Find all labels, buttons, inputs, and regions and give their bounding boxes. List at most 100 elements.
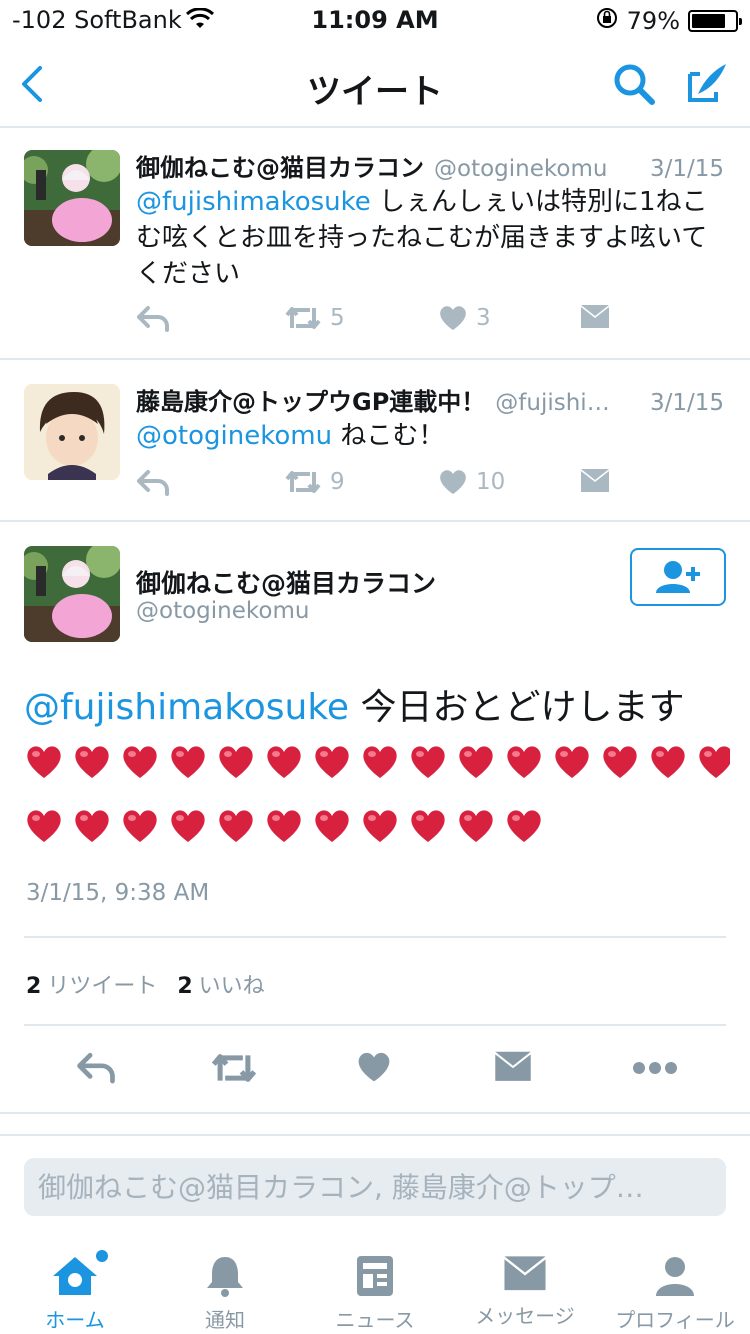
heart-emoji [72, 806, 112, 846]
heart-emoji [312, 742, 352, 782]
tab-home[interactable]: ホーム [0, 1254, 150, 1334]
like-stat[interactable]: 2 いいね [177, 968, 264, 1000]
nav-bar: ツイート [0, 40, 750, 128]
reply-input[interactable] [24, 1158, 726, 1216]
search-icon [614, 64, 655, 105]
avatar[interactable] [24, 546, 120, 642]
dm-button[interactable] [494, 1050, 532, 1088]
retweet-count: 5 [330, 305, 345, 331]
tab-label: メッセージ [475, 1304, 575, 1328]
envelope-icon [504, 1256, 546, 1291]
tab-profile[interactable]: プロフィール [600, 1254, 750, 1334]
tab-messages[interactable]: メッセージ [450, 1254, 600, 1334]
tab-label: プロフィール [615, 1308, 735, 1332]
heart-emoji [456, 742, 496, 782]
heart-emoji [168, 806, 208, 846]
heart-emoji [456, 806, 496, 846]
tab-label: ニュース [335, 1308, 415, 1332]
heart-emoji [24, 742, 64, 782]
tweet-author-name[interactable]: 御伽ねこむ@猫目カラコン [136, 148, 424, 183]
heart-emoji [24, 806, 64, 846]
dm-button[interactable] [580, 304, 610, 330]
mention-link[interactable]: @fujishimakosuke [136, 187, 371, 217]
heart-emoji [504, 806, 544, 846]
like-button[interactable]: 10 [438, 468, 505, 496]
reply-icon [137, 470, 169, 496]
retweet-stat[interactable]: 2 リツイート [26, 968, 157, 1000]
tab-label: ホーム [45, 1308, 105, 1332]
envelope-icon [581, 469, 609, 492]
retweet-button[interactable] [210, 1050, 258, 1090]
reply-button[interactable] [76, 1050, 116, 1088]
tweet-stats: 2 リツイート 2 いいね [26, 968, 265, 1000]
tweet-item[interactable]: 御伽ねこむ@猫目カラコン @otoginekomu 3/1/15 @fujish… [0, 130, 750, 360]
heart-emoji [216, 742, 256, 782]
avatar[interactable] [24, 150, 120, 246]
divider [24, 936, 726, 938]
heart-emoji [264, 742, 304, 782]
heart-emoji [360, 742, 400, 782]
tweet-date: 3/1/15 [649, 390, 724, 416]
heart-emoji-row [24, 742, 730, 790]
divider [24, 1024, 726, 1026]
avatar[interactable] [24, 384, 120, 480]
add-user-icon [656, 561, 700, 593]
like-count: 10 [476, 469, 506, 495]
heart-emoji [360, 806, 400, 846]
like-button[interactable] [356, 1050, 392, 1088]
tweet-author-handle: @fujishi… [495, 390, 610, 416]
retweet-button[interactable]: 5 [284, 304, 345, 332]
notification-dot [96, 1250, 108, 1262]
compose-icon [688, 64, 726, 102]
dm-button[interactable] [580, 468, 610, 494]
compose-button[interactable] [684, 60, 730, 110]
reply-icon [137, 306, 169, 332]
heart-emoji [120, 742, 160, 782]
tweet-author-name[interactable]: 藤島康介@トップウGP連載中！ [136, 382, 485, 417]
detail-body: 今日おとどけします [349, 687, 685, 728]
tweet-actions: 9 10 [136, 468, 636, 504]
envelope-icon [495, 1051, 531, 1081]
status-right: 79% [595, 6, 742, 36]
detail-author-name[interactable]: 御伽ねこむ@猫目カラコン [136, 564, 436, 600]
divider [0, 1112, 750, 1114]
retweet-icon [285, 471, 321, 493]
status-bar: -102 SoftBank 11:09 AM 79% [0, 0, 750, 40]
detail-author-handle: @otoginekomu [136, 598, 310, 624]
mention-link[interactable]: @otoginekomu [136, 421, 332, 451]
heart-icon [440, 306, 466, 330]
home-icon [53, 1257, 97, 1295]
retweet-stat-label: リツイート [47, 974, 158, 999]
tab-label: 通知 [205, 1308, 245, 1332]
tweet-header: 藤島康介@トップウGP連載中！ @fujishi… 3/1/15 [136, 382, 724, 417]
envelope-icon [581, 305, 609, 328]
retweet-stat-count: 2 [26, 974, 42, 999]
like-stat-label: いいね [198, 974, 265, 999]
follow-button[interactable] [630, 548, 726, 606]
heart-emoji [696, 742, 730, 782]
heart-emoji [120, 806, 160, 846]
profile-icon [656, 1257, 694, 1296]
mention-link[interactable]: @fujishimakosuke [24, 687, 349, 728]
heart-emoji [72, 742, 112, 782]
like-button[interactable]: 3 [438, 304, 491, 332]
reply-button[interactable] [136, 468, 170, 496]
tweet-date: 3/1/15 [649, 156, 724, 182]
tweet-item[interactable]: 藤島康介@トップウGP連載中！ @fujishi… 3/1/15 @otogin… [0, 360, 750, 522]
tab-notifications[interactable]: 通知 [150, 1254, 300, 1334]
more-button[interactable] [632, 1060, 678, 1080]
reply-button[interactable] [136, 304, 170, 332]
tweet-text: @fujishimakosuke しぇんしぇいは特別に1ねこむ呟くとお皿を持った… [136, 184, 724, 292]
battery-percent: 79% [626, 7, 680, 35]
search-button[interactable] [612, 62, 656, 110]
tab-news[interactable]: ニュース [300, 1254, 450, 1334]
battery-icon [688, 10, 742, 32]
retweet-button[interactable]: 9 [284, 468, 345, 496]
tweet-body: ねこむ！ [332, 421, 445, 451]
retweet-icon [285, 307, 321, 329]
bell-icon [207, 1257, 243, 1297]
heart-emoji [504, 742, 544, 782]
tweet-header: 御伽ねこむ@猫目カラコン @otoginekomu 3/1/15 [136, 148, 724, 183]
tweet-actions: 5 3 [136, 304, 636, 340]
tweet-text: @otoginekomu ねこむ！ [136, 418, 724, 454]
